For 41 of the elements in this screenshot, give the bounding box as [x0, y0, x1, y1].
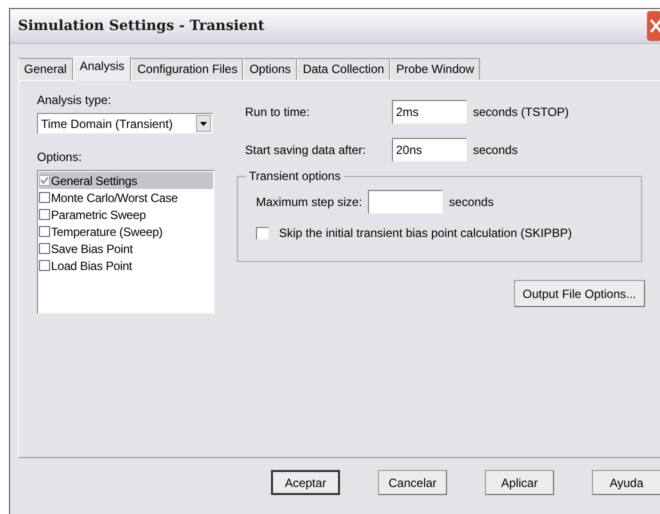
- output-file-options-button[interactable]: Output File Options...: [514, 280, 645, 307]
- option-item[interactable]: Save Bias Point: [39, 240, 213, 257]
- checkbox[interactable]: [39, 175, 50, 186]
- checkbox[interactable]: [39, 192, 50, 203]
- option-item[interactable]: Monte Carlo/Worst Case: [39, 189, 213, 206]
- skip-bias-label: Skip the initial transient bias point calculation (SKIPBP): [279, 226, 572, 240]
- start-saving-label: Start saving data after:: [244, 143, 367, 157]
- max-step-field[interactable]: [368, 190, 444, 214]
- checkbox[interactable]: [39, 226, 50, 237]
- run-to-time-label: Run to time:: [244, 105, 311, 119]
- option-item[interactable]: Parametric Sweep: [39, 206, 213, 223]
- unit-label: seconds: [449, 195, 494, 209]
- unit-label: seconds (TSTOP): [473, 105, 569, 119]
- dialog-button[interactable]: Aplicar: [485, 470, 554, 495]
- tab[interactable]: Configuration Files: [131, 58, 244, 80]
- run-to-time-field[interactable]: 2ms: [392, 100, 467, 124]
- checkbox[interactable]: [256, 226, 269, 240]
- option-item[interactable]: Load Bias Point: [39, 257, 213, 274]
- tab[interactable]: Analysis: [72, 56, 132, 81]
- group-title: Transient options: [246, 169, 344, 183]
- tab[interactable]: Data Collection: [296, 58, 390, 80]
- checkbox[interactable]: [39, 260, 50, 271]
- dialog-button[interactable]: Ayuda: [592, 470, 660, 495]
- checkbox[interactable]: [39, 243, 50, 254]
- close-icon[interactable]: [647, 11, 660, 41]
- unit-label: seconds: [473, 143, 518, 157]
- dialog-button[interactable]: Aceptar: [271, 470, 340, 495]
- dropdown-arrow-icon[interactable]: [200, 122, 207, 126]
- analysis-type-label: Analysis type:: [37, 93, 112, 107]
- option-item[interactable]: General Settings: [39, 172, 213, 189]
- tab[interactable]: General: [18, 58, 73, 80]
- start-saving-field[interactable]: 20ns: [392, 138, 467, 162]
- options-label: Options:: [37, 150, 83, 164]
- tab[interactable]: Probe Window: [390, 58, 480, 80]
- analysis-type-dropdown[interactable]: Time Domain (Transient): [37, 113, 213, 134]
- window-title: Simulation Settings - Transient: [18, 18, 264, 34]
- checkbox[interactable]: [39, 209, 50, 220]
- tab[interactable]: Options: [243, 58, 297, 80]
- option-item[interactable]: Temperature (Sweep): [39, 223, 213, 240]
- max-step-label: Maximum step size:: [256, 195, 362, 209]
- dialog-button[interactable]: Cancelar: [378, 470, 448, 495]
